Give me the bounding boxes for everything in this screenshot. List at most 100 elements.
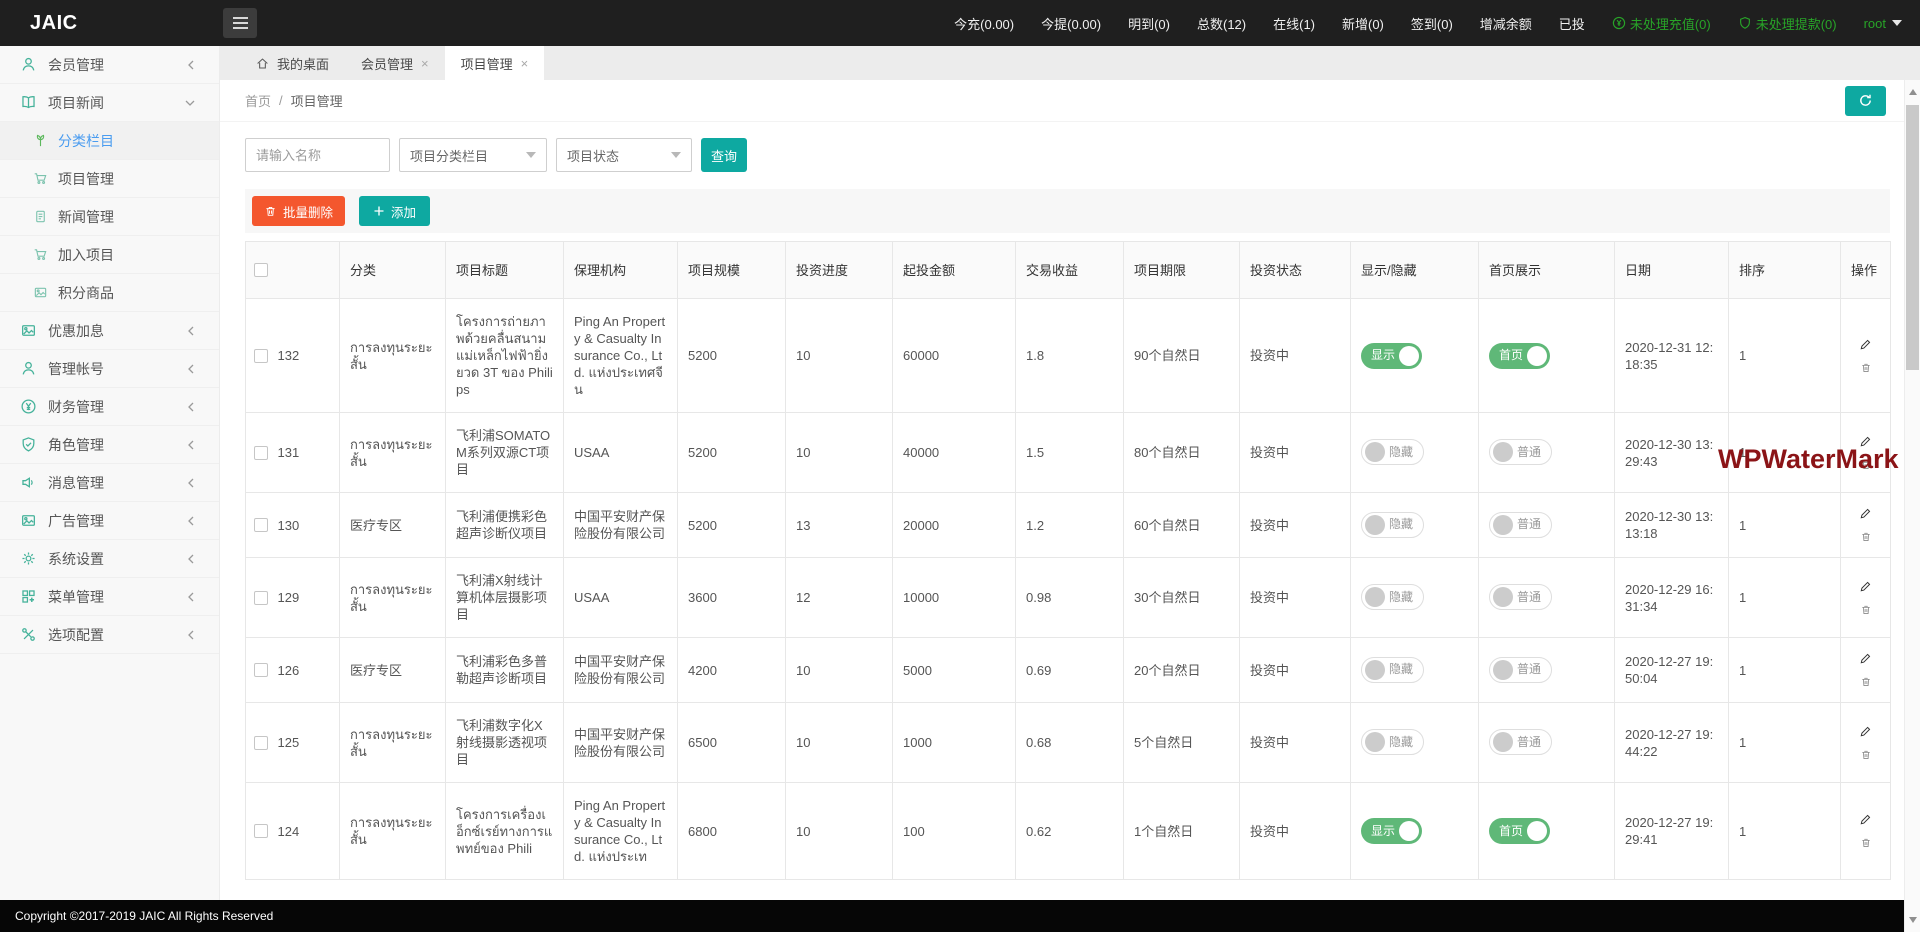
sidebar-item-ads[interactable]: 广告管理: [0, 502, 219, 540]
sidebar-item-system-settings[interactable]: 系统设置: [0, 540, 219, 578]
sidebar-item-join-project[interactable]: 加入项目: [0, 236, 219, 274]
sidebar-item-points-goods[interactable]: 积分商品: [0, 274, 219, 312]
cell-title: 飞利浦数字化X射线摄影透视项目: [446, 703, 564, 783]
cell-duration: 90个自然日: [1124, 299, 1240, 413]
cell-min-invest: 40000: [893, 413, 1016, 493]
cell-category: การลงทุนระยะสั้น: [340, 783, 446, 880]
tree-icon: [33, 133, 48, 148]
edit-icon[interactable]: [1859, 652, 1872, 665]
status-select[interactable]: 项目状态: [556, 138, 692, 172]
sidebar-item-category-columns[interactable]: 分类栏目: [0, 122, 219, 160]
column-header-profit: 交易收益: [1016, 242, 1124, 299]
delete-icon[interactable]: [1860, 749, 1872, 761]
delete-icon[interactable]: [1860, 362, 1872, 374]
edit-icon[interactable]: [1859, 580, 1872, 593]
show-hide-toggle[interactable]: 隐藏: [1361, 512, 1424, 538]
homepage-toggle[interactable]: 普通: [1489, 729, 1552, 755]
homepage-toggle[interactable]: 普通: [1489, 657, 1552, 683]
chevron-left-icon: [187, 60, 195, 70]
show-hide-toggle[interactable]: 隐藏: [1361, 439, 1424, 465]
row-checkbox[interactable]: [254, 446, 268, 460]
homepage-toggle[interactable]: 普通: [1489, 512, 1552, 538]
cell-scale: 6500: [678, 703, 786, 783]
close-icon[interactable]: ×: [521, 57, 529, 70]
toggle-knob: [1399, 821, 1419, 841]
sidebar-item-project-news[interactable]: 项目新闻: [0, 84, 219, 122]
sidebar-item-options-config[interactable]: 选项配置: [0, 616, 219, 654]
refresh-button[interactable]: [1845, 86, 1886, 116]
sidebar-item-finance[interactable]: 财务管理: [0, 388, 219, 426]
pending-withdraw-link[interactable]: 未处理提款(0): [1738, 14, 1837, 33]
tab-member-management[interactable]: 会员管理 ×: [345, 46, 445, 80]
homepage-toggle[interactable]: 普通: [1489, 439, 1552, 465]
edit-icon[interactable]: [1859, 813, 1872, 826]
delete-icon[interactable]: [1860, 837, 1872, 849]
close-icon[interactable]: ×: [421, 57, 429, 70]
cell-show-hide: 隐藏: [1351, 493, 1479, 558]
pending-recharge-link[interactable]: 未处理充值(0): [1612, 14, 1711, 33]
show-hide-toggle[interactable]: 显示: [1361, 818, 1422, 844]
screen: JAIC 今充(0.00) 今提(0.00) 明到(0) 总数(12) 在线(1…: [0, 0, 1920, 932]
row-checkbox[interactable]: [254, 824, 268, 838]
plus-icon: [373, 205, 385, 217]
sidebar-item-news-management[interactable]: 新闻管理: [0, 198, 219, 236]
stat-balance-adjust[interactable]: 增减余额: [1480, 14, 1532, 33]
homepage-toggle[interactable]: 普通: [1489, 584, 1552, 610]
add-button[interactable]: 添加: [359, 196, 430, 226]
row-checkbox[interactable]: [254, 736, 268, 750]
batch-delete-button[interactable]: 批量删除: [252, 196, 345, 226]
cell-profit: 1.5: [1016, 413, 1124, 493]
category-select[interactable]: 项目分类栏目: [399, 138, 547, 172]
tab-my-desktop[interactable]: 我的桌面: [240, 46, 345, 80]
cell-title: 飞利浦便携彩色超声诊断仪项目: [446, 493, 564, 558]
edit-icon[interactable]: [1859, 725, 1872, 738]
sidebar-item-admin-accounts[interactable]: 管理帐号: [0, 350, 219, 388]
cell-progress: 10: [786, 413, 893, 493]
row-checkbox[interactable]: [254, 349, 268, 363]
row-checkbox[interactable]: [254, 591, 268, 605]
tab-project-management[interactable]: 项目管理 ×: [445, 46, 545, 80]
user-menu[interactable]: root: [1864, 16, 1902, 31]
cell-status: 投资中: [1240, 703, 1351, 783]
sidebar-item-menu-management[interactable]: 菜单管理: [0, 578, 219, 616]
cell-title: 飞利浦彩色多普勒超声诊断项目: [446, 638, 564, 703]
scrollbar-up-arrow-icon[interactable]: [1909, 89, 1917, 95]
row-checkbox[interactable]: [254, 518, 268, 532]
edit-icon[interactable]: [1859, 507, 1872, 520]
trash-icon: [264, 205, 277, 218]
column-header-date: 日期: [1615, 242, 1729, 299]
cell-min-invest: 20000: [893, 493, 1016, 558]
sidebar-item-project-management[interactable]: 项目管理: [0, 160, 219, 198]
show-hide-toggle[interactable]: 隐藏: [1361, 657, 1424, 683]
sidebar-item-member-management[interactable]: 会员管理: [0, 46, 219, 84]
delete-icon[interactable]: [1860, 604, 1872, 616]
stat-invested[interactable]: 已投: [1559, 14, 1585, 33]
show-hide-toggle[interactable]: 隐藏: [1361, 584, 1424, 610]
show-hide-toggle[interactable]: 隐藏: [1361, 729, 1424, 755]
cell-id: 125: [272, 703, 340, 783]
column-header-homepage: 首页展示: [1479, 242, 1615, 299]
select-all-checkbox[interactable]: [254, 263, 268, 277]
edit-icon[interactable]: [1859, 338, 1872, 351]
scrollbar-thumb[interactable]: [1906, 105, 1919, 370]
scrollbar-down-arrow-icon[interactable]: [1909, 917, 1917, 923]
vertical-scrollbar[interactable]: [1904, 80, 1920, 932]
name-search-input[interactable]: [245, 138, 390, 172]
breadcrumb-current: 项目管理: [291, 91, 343, 110]
cell-scale: 5200: [678, 413, 786, 493]
show-hide-toggle[interactable]: 显示: [1361, 343, 1422, 369]
homepage-toggle[interactable]: 首页: [1489, 343, 1550, 369]
sidebar-toggle-button[interactable]: [223, 8, 257, 38]
row-checkbox[interactable]: [254, 663, 268, 677]
sidebar-item-messages[interactable]: 消息管理: [0, 464, 219, 502]
delete-icon[interactable]: [1860, 531, 1872, 543]
breadcrumb-home-link[interactable]: 首页: [245, 91, 271, 110]
sidebar-item-roles[interactable]: 角色管理: [0, 426, 219, 464]
homepage-toggle[interactable]: 首页: [1489, 818, 1550, 844]
chevron-left-icon: [187, 402, 195, 412]
search-button[interactable]: 查询: [701, 138, 747, 172]
cell-date: 2020-12-30 13:13:18: [1615, 493, 1729, 558]
column-header-show-hide: 显示/隐藏: [1351, 242, 1479, 299]
sidebar-item-bonus-interest[interactable]: 优惠加息: [0, 312, 219, 350]
delete-icon[interactable]: [1860, 676, 1872, 688]
